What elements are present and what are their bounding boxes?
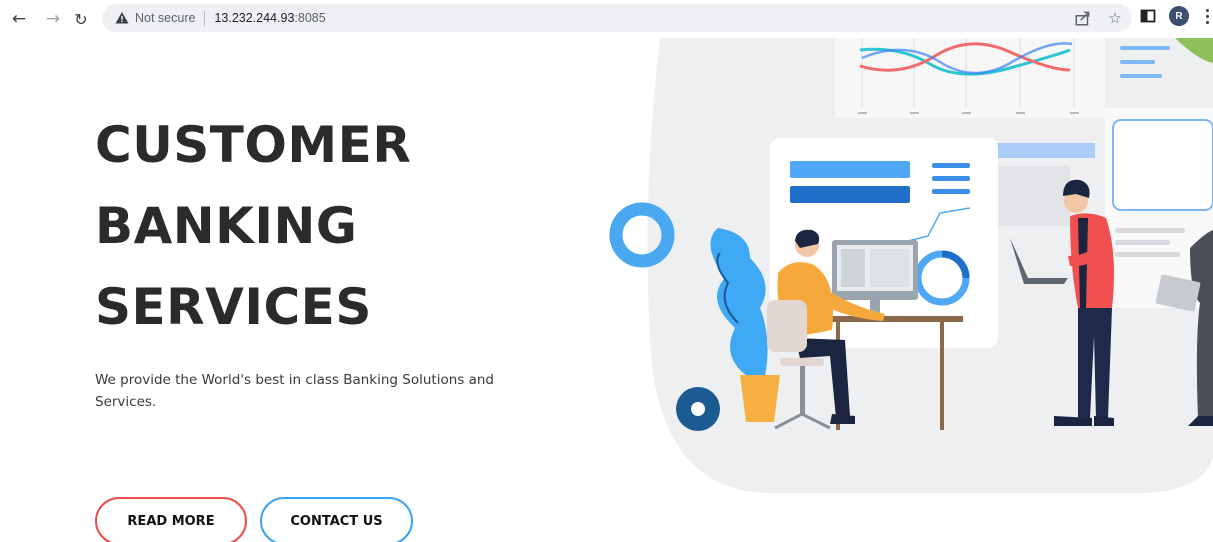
- plant-pot: [740, 375, 780, 422]
- hero-title-line-1: CUSTOMER: [95, 116, 412, 174]
- address-bar[interactable]: Not secure 13.232.244.93 :8085 ☆: [102, 4, 1132, 32]
- share-icon[interactable]: [1074, 9, 1092, 27]
- menu-kebab-icon[interactable]: [1202, 6, 1212, 26]
- decorative-ring-small-hole: [691, 402, 705, 416]
- desk-top: [815, 316, 963, 322]
- url-host: 13.232.244.93: [214, 11, 295, 25]
- contact-us-button[interactable]: CONTACT US: [260, 497, 413, 542]
- warning-icon[interactable]: [115, 11, 129, 25]
- hero-title-line-2: BANKING: [95, 197, 358, 255]
- dashboard-bar-1: [790, 161, 910, 178]
- chair-seat: [780, 358, 824, 366]
- dashboard-menu-lines: [932, 163, 970, 194]
- bookmark-star-icon[interactable]: ☆: [1106, 9, 1124, 27]
- chair-back: [767, 300, 807, 352]
- security-status[interactable]: Not secure: [135, 11, 195, 25]
- reload-icon[interactable]: ↻: [68, 6, 94, 32]
- read-more-button[interactable]: READ MORE: [95, 497, 247, 542]
- profile-avatar[interactable]: R: [1169, 6, 1189, 26]
- hero-title-line-3: SERVICES: [95, 278, 372, 336]
- browser-toolbar: ← → ↻ Not secure 13.232.244.93 :8085 ☆ R: [0, 0, 1213, 38]
- desk-leg-right: [940, 322, 944, 430]
- back-arrow-icon[interactable]: ←: [6, 6, 32, 32]
- side-panel-icon[interactable]: [1140, 8, 1156, 24]
- monitor-content: [870, 249, 909, 287]
- right-card: [1112, 119, 1213, 211]
- dashboard-grey-block: [995, 166, 1070, 226]
- forward-arrow-icon[interactable]: →: [40, 6, 66, 32]
- address-separator: [204, 10, 206, 26]
- chair-post: [800, 366, 805, 416]
- monitor-sidebar: [841, 249, 865, 287]
- dashboard-header-strip: [995, 143, 1095, 158]
- url-port: :8085: [294, 11, 326, 25]
- hero-title: CUSTOMER BANKING SERVICES: [95, 105, 535, 348]
- hero-subtitle: We provide the World's best in class Ban…: [95, 372, 495, 410]
- banking-illustration: [609, 38, 1213, 493]
- dashboard-bar-2: [790, 186, 910, 203]
